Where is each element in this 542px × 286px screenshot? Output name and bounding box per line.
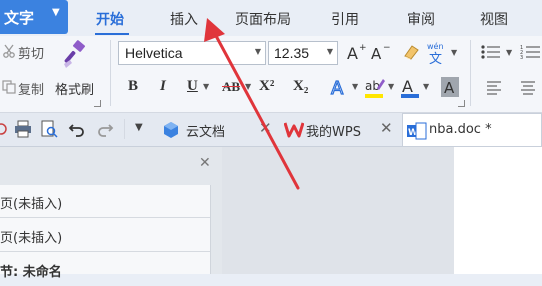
- clipboard-launcher-icon[interactable]: [94, 100, 101, 107]
- cut-button[interactable]: 剪切: [18, 43, 44, 62]
- font-color-icon[interactable]: A: [400, 76, 420, 100]
- font-family-value: Helvetica: [125, 45, 183, 61]
- superscript-button[interactable]: X²: [259, 78, 274, 95]
- tab-references[interactable]: 引用: [331, 9, 359, 29]
- document-page[interactable]: [454, 147, 542, 274]
- app-menu-button[interactable]: 文字 ▼: [0, 0, 68, 34]
- close-icon[interactable]: ✕: [259, 119, 272, 137]
- redo-icon[interactable]: [96, 120, 114, 138]
- app-menu-caret-icon: ▼: [52, 7, 60, 18]
- font-family-select[interactable]: Helvetica ▼: [118, 41, 266, 65]
- wps-logo-icon: [284, 121, 304, 138]
- svg-text:−: −: [383, 43, 390, 53]
- strikethrough-button[interactable]: AB: [222, 79, 240, 95]
- svg-text:A: A: [444, 79, 455, 97]
- svg-text:文: 文: [429, 52, 442, 66]
- scissors-icon[interactable]: [2, 44, 16, 58]
- svg-text:A: A: [347, 44, 358, 62]
- active-tab-indicator: [95, 33, 129, 35]
- chevron-down-icon: ▼: [388, 82, 395, 91]
- print-icon[interactable]: [14, 120, 32, 138]
- numbered-list-icon[interactable]: 123: [520, 44, 542, 60]
- font-size-value: 12.35: [274, 45, 310, 61]
- doc-tab-label: 云文档: [186, 125, 226, 140]
- nav-item-label: 节: 未命名: [0, 265, 62, 280]
- print-preview-icon[interactable]: [0, 121, 8, 137]
- format-painter-button[interactable]: 格式刷: [55, 79, 94, 98]
- svg-text:A: A: [402, 77, 413, 96]
- bullet-list-icon[interactable]: [480, 44, 502, 60]
- nav-item-label: 页(未插入): [0, 231, 63, 246]
- nav-item-label: 页(未插入): [0, 197, 63, 212]
- svg-text:A: A: [371, 45, 382, 62]
- align-center-icon[interactable]: [520, 80, 536, 96]
- cloud-icon: [162, 121, 180, 139]
- text-effect-icon[interactable]: A: [329, 76, 351, 98]
- customize-quick-access-icon[interactable]: ▼: [135, 122, 143, 133]
- list-item[interactable]: 节: 未命名: [0, 253, 210, 286]
- chevron-down-icon: ▼: [254, 47, 261, 56]
- list-item[interactable]: 页(未插入): [0, 219, 210, 252]
- doc-tab-nba[interactable]: W nba.doc *: [402, 113, 542, 146]
- bold-button[interactable]: B: [128, 78, 138, 95]
- grow-font-icon[interactable]: A +: [346, 42, 366, 62]
- copy-icon[interactable]: [2, 80, 16, 94]
- undo-icon[interactable]: [68, 120, 86, 138]
- chevron-down-icon: ▼: [245, 82, 252, 91]
- close-icon[interactable]: ✕: [199, 155, 211, 171]
- list-item[interactable]: 页(未插入): [0, 185, 210, 218]
- app-menu-label: 文字: [4, 9, 35, 27]
- ribbon-divider: [110, 40, 111, 106]
- svg-text:wén: wén: [427, 41, 444, 51]
- underline-button[interactable]: U: [187, 78, 198, 95]
- tab-page-layout[interactable]: 页面布局: [235, 9, 291, 29]
- navigation-list: 页(未插入) 页(未插入) 节: 未命名: [0, 185, 211, 280]
- doc-tab-mywps[interactable]: 我的WPS ✕: [280, 113, 398, 146]
- doc-tab-label: 我的WPS: [306, 125, 361, 140]
- word-doc-icon: W: [407, 122, 427, 140]
- align-left-icon[interactable]: [486, 80, 502, 96]
- document-tab-bar: ▼ 云文档 ✕ 我的WPS ✕ W nba.doc *: [0, 113, 542, 147]
- close-icon[interactable]: ✕: [380, 119, 393, 137]
- font-size-select[interactable]: 12.35 ▼: [268, 41, 338, 65]
- shrink-font-icon[interactable]: A −: [370, 42, 390, 62]
- doc-tab-label: nba.doc *: [429, 122, 492, 137]
- character-shading-icon[interactable]: A: [440, 76, 460, 98]
- chevron-down-icon: ▼: [203, 82, 210, 91]
- svg-text:A: A: [331, 78, 344, 98]
- clear-format-icon[interactable]: [401, 42, 421, 62]
- chevron-down-icon: ▼: [326, 47, 333, 56]
- tab-view[interactable]: 视图: [480, 9, 508, 29]
- chevron-down-icon: ▼: [451, 48, 458, 57]
- ribbon-divider: [470, 40, 471, 106]
- toolbar-divider: [124, 119, 125, 139]
- doc-tab-cloud[interactable]: 云文档 ✕: [158, 113, 278, 146]
- chevron-down-icon: ▼: [352, 82, 359, 91]
- svg-text:ab: ab: [365, 79, 380, 93]
- tab-insert[interactable]: 插入: [170, 9, 198, 29]
- highlight-icon[interactable]: ab: [364, 76, 386, 100]
- tab-home[interactable]: 开始: [96, 9, 124, 29]
- menu-bar: 文字 ▼ 开始 插入 页面布局 引用 审阅 视图: [0, 0, 542, 36]
- phonetic-guide-icon[interactable]: wén 文: [426, 40, 450, 66]
- svg-text:3: 3: [520, 55, 523, 60]
- svg-text:+: +: [359, 43, 366, 53]
- tab-review[interactable]: 审阅: [407, 9, 435, 29]
- workspace-gap: [222, 147, 454, 274]
- ribbon-toolbar: 剪切 复制 格式刷 Helvetica ▼ 12.35 ▼ A + A − wén 文…: [0, 36, 542, 113]
- subscript-button[interactable]: X₂: [293, 78, 308, 95]
- format-painter-icon[interactable]: [60, 40, 90, 70]
- preview-icon[interactable]: [40, 120, 58, 138]
- copy-button[interactable]: 复制: [18, 79, 44, 98]
- font-launcher-icon[interactable]: [458, 100, 465, 107]
- chevron-down-icon: ▼: [423, 82, 430, 91]
- italic-button[interactable]: I: [160, 78, 166, 95]
- chevron-down-icon: ▼: [506, 48, 513, 57]
